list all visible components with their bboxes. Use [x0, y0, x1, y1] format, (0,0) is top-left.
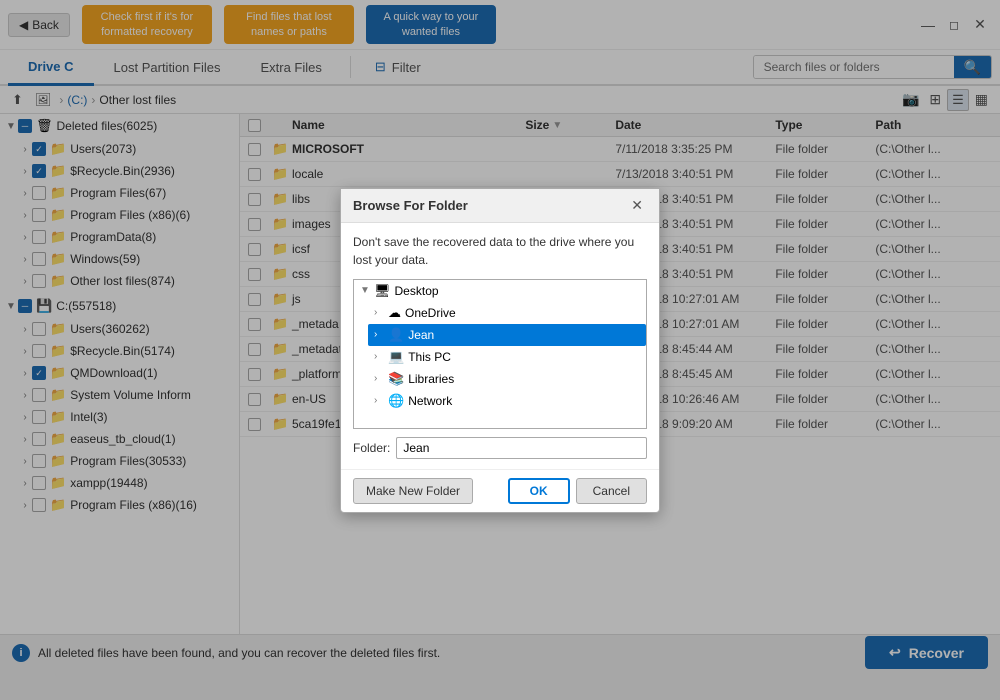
browse-dialog: Browse For Folder ✕ Don't save the recov… [340, 188, 660, 513]
ft-icon-onedrive: ☁ [388, 305, 401, 321]
dialog-overlay: Browse For Folder ✕ Don't save the recov… [0, 0, 1000, 700]
ft-toggle-desktop-icon: ▼ [360, 285, 374, 296]
ft-toggle-onedrive-icon: › [374, 307, 388, 318]
ft-toggle-thispc-icon: › [374, 351, 388, 362]
ft-icon-libraries: 📚 [388, 371, 404, 387]
folder-tree: ▼ 🖥 Desktop › ☁ OneDrive › 👤 Jean [353, 279, 647, 429]
ft-icon-thispc: 💻 [388, 349, 404, 365]
ft-label-onedrive: OneDrive [405, 306, 640, 320]
ft-item-thispc[interactable]: › 💻 This PC [368, 346, 646, 368]
make-new-folder-button[interactable]: Make New Folder [353, 478, 473, 504]
ft-label-desktop: Desktop [395, 284, 640, 298]
ft-item-libraries[interactable]: › 📚 Libraries [368, 368, 646, 390]
ft-label-jean: Jean [408, 328, 640, 342]
dialog-warning-text: Don't save the recovered data to the dri… [353, 233, 647, 269]
ft-item-onedrive[interactable]: › ☁ OneDrive [368, 302, 646, 324]
cancel-button[interactable]: Cancel [576, 478, 647, 504]
dialog-title-bar: Browse For Folder ✕ [341, 189, 659, 223]
dialog-buttons: Make New Folder OK Cancel [341, 469, 659, 512]
ft-item-jean[interactable]: › 👤 Jean [368, 324, 646, 346]
dialog-title-text: Browse For Folder [353, 198, 468, 213]
ft-toggle-network-icon: › [374, 395, 388, 406]
ft-label-libraries: Libraries [408, 372, 640, 386]
ft-label-thispc: This PC [408, 350, 640, 364]
folder-input-row: Folder: [353, 437, 647, 459]
ok-button[interactable]: OK [508, 478, 570, 504]
dialog-close-button[interactable]: ✕ [627, 197, 647, 214]
ft-toggle-libraries-icon: › [374, 373, 388, 384]
ft-icon-jean: 👤 [388, 327, 404, 343]
ft-label-network: Network [408, 394, 640, 408]
folder-label: Folder: [353, 441, 390, 455]
ft-icon-network: 🌐 [388, 393, 404, 409]
ft-item-network[interactable]: › 🌐 Network [368, 390, 646, 412]
ft-toggle-jean-icon: › [374, 329, 388, 340]
folder-input[interactable] [396, 437, 647, 459]
dialog-body: Don't save the recovered data to the dri… [341, 223, 659, 469]
ft-icon-desktop: 🖥 [374, 283, 391, 299]
ft-item-desktop[interactable]: ▼ 🖥 Desktop [354, 280, 646, 302]
